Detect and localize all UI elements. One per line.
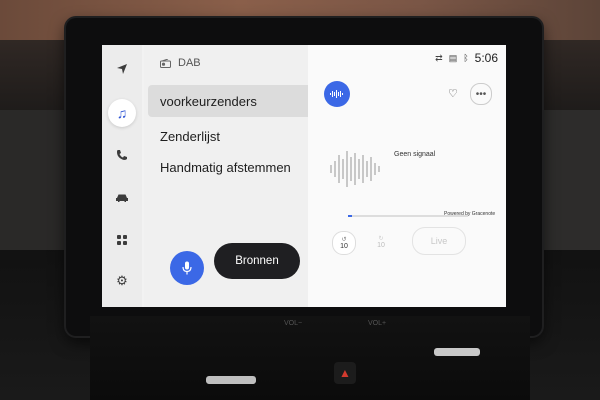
vol-plus-button[interactable]: VOL+ — [368, 320, 386, 327]
skip-back-label: 10 — [340, 242, 348, 250]
microphone-button[interactable] — [170, 251, 204, 285]
tv-icon: ▤ — [448, 52, 458, 63]
air-vent-handle-left — [206, 376, 256, 384]
clock: 5:06 — [474, 51, 498, 65]
progress-fill — [348, 215, 352, 217]
menu-item-label: voorkeurzenders — [160, 93, 257, 109]
hazard-button[interactable]: ▲ — [334, 362, 356, 384]
source-header: DAB — [160, 57, 201, 69]
apps-grid-icon[interactable] — [112, 230, 132, 250]
phone-icon[interactable] — [112, 145, 132, 165]
menu-item-manual-tune[interactable]: Handmatig afstemmen — [148, 151, 308, 183]
source-label: DAB — [178, 57, 201, 69]
status-text: Geen signaal — [394, 151, 436, 158]
status-bar: ⇄ ▤ ᛒ 5:06 — [435, 51, 498, 65]
powered-by-label: Powered by Gracenote — [444, 211, 496, 217]
menu-item-station-list[interactable]: Zenderlijst — [148, 120, 308, 152]
bluetooth-icon: ᛒ — [463, 53, 469, 63]
more-options-button[interactable]: ••• — [470, 83, 492, 105]
navigation-icon[interactable] — [112, 59, 132, 79]
nav-rail: ♫ ⚙ — [102, 45, 142, 307]
infotainment-screen: ♫ ⚙ DAB voorkeurzenders Zenderlijst Hand… — [102, 45, 506, 307]
skip-forward-button[interactable]: ↻ 10 — [370, 231, 392, 253]
radio-icon — [160, 58, 171, 68]
menu-item-presets[interactable]: voorkeurzenders — [148, 85, 308, 117]
sources-button[interactable]: Bronnen — [214, 243, 300, 279]
skip-back-button[interactable]: ↺ 10 — [332, 231, 356, 255]
car-icon[interactable] — [112, 188, 132, 208]
center-console — [90, 316, 530, 400]
menu-item-label: Handmatig afstemmen — [160, 159, 291, 175]
vol-minus-button[interactable]: VOL− — [284, 320, 302, 327]
source-menu-panel: DAB voorkeurzenders Zenderlijst Handmati… — [144, 45, 308, 307]
skip-forward-label: 10 — [377, 241, 385, 249]
air-vent-handle-right — [434, 348, 480, 356]
station-logo — [324, 81, 350, 107]
no-signal-waveform-icon — [330, 151, 380, 187]
menu-item-label: Zenderlijst — [160, 128, 220, 144]
live-button[interactable]: Live — [412, 227, 466, 255]
car-dashboard-scene: ♫ ⚙ DAB voorkeurzenders Zenderlijst Hand… — [0, 0, 600, 400]
shuffle-icon: ⇄ — [435, 52, 443, 63]
microphone-icon — [182, 261, 192, 275]
now-playing-panel: ⇄ ▤ ᛒ 5:06 ♡ ••• Geen signaal Powered by… — [308, 45, 506, 307]
settings-gear-icon[interactable]: ⚙ — [112, 271, 132, 291]
music-icon[interactable]: ♫ — [108, 99, 136, 127]
favorite-heart-icon[interactable]: ♡ — [448, 87, 458, 100]
